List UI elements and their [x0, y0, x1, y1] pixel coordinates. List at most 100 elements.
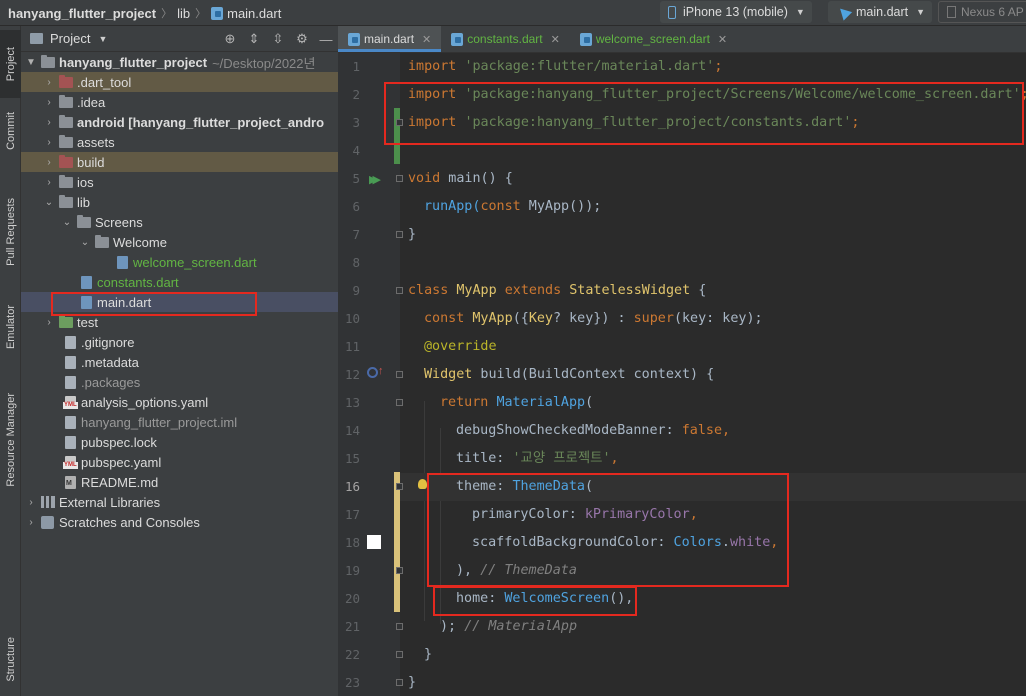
- tree-item-constants[interactable]: constants.dart: [21, 272, 338, 292]
- tree-item-build[interactable]: › build: [21, 152, 338, 172]
- tree-item-iml[interactable]: hanyang_flutter_project.iml: [21, 412, 338, 432]
- override-icon[interactable]: [367, 367, 378, 378]
- tree-item-analysis-options[interactable]: analysis_options.yaml: [21, 392, 338, 412]
- chevron-down-icon[interactable]: ⌄: [79, 237, 91, 248]
- code-line-16[interactable]: 16 theme: ThemeData(: [338, 473, 1026, 501]
- chevron-right-icon[interactable]: ›: [43, 117, 55, 128]
- code-line-6[interactable]: 6 runApp(const MyApp());: [338, 193, 1026, 221]
- tree-item-packages[interactable]: .packages: [21, 372, 338, 392]
- breadcrumb-folder[interactable]: lib: [177, 6, 190, 21]
- code-line-21[interactable]: 21 ); // MaterialApp: [338, 613, 1026, 641]
- minimize-icon[interactable]: —: [314, 32, 338, 47]
- tab-pull-requests[interactable]: Pull Requests: [0, 178, 21, 286]
- code-line-19[interactable]: 19 ), // ThemeData: [338, 557, 1026, 585]
- lightbulb-icon[interactable]: [418, 479, 427, 489]
- chevron-down-icon[interactable]: ⌄: [43, 197, 55, 208]
- tab-project[interactable]: Project: [0, 30, 21, 98]
- chevron-right-icon[interactable]: ›: [43, 97, 55, 108]
- code-line-15[interactable]: 15 title: '교양 프로젝트',: [338, 445, 1026, 473]
- fold-icon[interactable]: [396, 651, 403, 658]
- code-line-22[interactable]: 22 }: [338, 641, 1026, 669]
- run-icon[interactable]: ▶▶: [369, 173, 381, 186]
- code-line-10[interactable]: 10 const MyApp({Key? key}) : super(key: …: [338, 305, 1026, 333]
- fold-icon[interactable]: [396, 679, 403, 686]
- tree-item-readme[interactable]: README.md: [21, 472, 338, 492]
- tab-structure[interactable]: Structure: [0, 626, 21, 692]
- fold-icon[interactable]: [396, 119, 403, 126]
- tab-resource-manager[interactable]: Resource Manager: [0, 378, 21, 502]
- code-line-4[interactable]: 4: [338, 137, 1026, 165]
- chevron-right-icon[interactable]: ›: [43, 177, 55, 188]
- code-line-13[interactable]: 13 return MaterialApp(: [338, 389, 1026, 417]
- tree-item-welcome[interactable]: ⌄ Welcome: [21, 232, 338, 252]
- tree-item-external-libraries[interactable]: › External Libraries: [21, 492, 338, 512]
- chevron-right-icon[interactable]: ›: [43, 317, 55, 328]
- breadcrumb-project[interactable]: hanyang_flutter_project: [8, 6, 156, 21]
- fold-icon[interactable]: [396, 399, 403, 406]
- tree-item-gitignore[interactable]: .gitignore: [21, 332, 338, 352]
- tree-item-lib[interactable]: ⌄ lib: [21, 192, 338, 212]
- code-line-17[interactable]: 17 primaryColor: kPrimaryColor,: [338, 501, 1026, 529]
- tree-item-test[interactable]: › test: [21, 312, 338, 332]
- tree-item-pubspec-lock[interactable]: pubspec.lock: [21, 432, 338, 452]
- tree-item-assets[interactable]: › assets: [21, 132, 338, 152]
- chevron-right-icon[interactable]: ›: [43, 157, 55, 168]
- breadcrumb-file[interactable]: main.dart: [227, 6, 281, 21]
- fold-icon[interactable]: [396, 371, 403, 378]
- fold-icon[interactable]: [396, 231, 403, 238]
- fold-icon[interactable]: [396, 623, 403, 630]
- tab-emulator[interactable]: Emulator: [0, 292, 21, 362]
- run-config-selector[interactable]: main.dart ▼: [828, 1, 932, 23]
- tab-constants-dart[interactable]: constants.dart ✕: [441, 26, 570, 52]
- chevron-right-icon[interactable]: ›: [43, 137, 55, 148]
- code-line-1[interactable]: 1 import 'package:flutter/material.dart'…: [338, 53, 1026, 81]
- gear-icon[interactable]: ⚙: [290, 31, 314, 47]
- tree-item-pubspec-yaml[interactable]: pubspec.yaml: [21, 452, 338, 472]
- fold-icon[interactable]: [396, 567, 403, 574]
- tree-item-idea[interactable]: › .idea: [21, 92, 338, 112]
- project-panel-title[interactable]: Project: [50, 31, 90, 46]
- code-line-9[interactable]: 9 class MyApp extends StatelessWidget {: [338, 277, 1026, 305]
- tree-item-scratches[interactable]: › Scratches and Consoles: [21, 512, 338, 532]
- code-line-20[interactable]: 20 home: WelcomeScreen(),: [338, 585, 1026, 613]
- code-line-5[interactable]: 5 ▶▶ void main() {: [338, 165, 1026, 193]
- code-line-2[interactable]: 2 import 'package:hanyang_flutter_projec…: [338, 81, 1026, 109]
- chevron-right-icon[interactable]: ›: [25, 497, 37, 508]
- fold-icon[interactable]: [396, 287, 403, 294]
- tree-item-android[interactable]: › android [hanyang_flutter_project_andro: [21, 112, 338, 132]
- expand-all-icon[interactable]: ⇕: [242, 31, 266, 47]
- code-line-14[interactable]: 14 debugShowCheckedModeBanner: false,: [338, 417, 1026, 445]
- chevron-right-icon[interactable]: ›: [25, 517, 37, 528]
- code-line-7[interactable]: 7 }: [338, 221, 1026, 249]
- code-line-18[interactable]: 18 scaffoldBackgroundColor: Colors.white…: [338, 529, 1026, 557]
- tree-item-screens[interactable]: ⌄ Screens: [21, 212, 338, 232]
- tree-item-welcome-screen[interactable]: welcome_screen.dart: [21, 252, 338, 272]
- code-line-23[interactable]: 23 }: [338, 669, 1026, 696]
- tree-item-dart-tool[interactable]: › .dart_tool: [21, 72, 338, 92]
- tab-commit[interactable]: Commit: [0, 102, 21, 160]
- tree-item-ios[interactable]: › ios: [21, 172, 338, 192]
- chevron-down-icon[interactable]: ⌄: [61, 217, 73, 228]
- tree-item-metadata[interactable]: .metadata: [21, 352, 338, 372]
- emulator-selector[interactable]: Nexus 6 AP: [938, 1, 1026, 23]
- tree-item-main[interactable]: main.dart: [21, 292, 338, 312]
- tab-main-dart[interactable]: main.dart ✕: [338, 26, 442, 52]
- locate-icon[interactable]: ⊕: [218, 31, 242, 47]
- fold-icon[interactable]: [396, 175, 403, 182]
- close-icon[interactable]: ✕: [551, 33, 560, 46]
- code-line-3[interactable]: 3 import 'package:hanyang_flutter_projec…: [338, 109, 1026, 137]
- tab-welcome-screen-dart[interactable]: welcome_screen.dart ✕: [570, 26, 737, 52]
- chevron-right-icon[interactable]: ›: [43, 77, 55, 88]
- dropdown-arrow-icon[interactable]: ▼: [98, 34, 107, 44]
- close-icon[interactable]: ✕: [718, 33, 727, 46]
- color-swatch-icon[interactable]: [367, 535, 381, 549]
- code-line-11[interactable]: 11 @override: [338, 333, 1026, 361]
- code-line-12[interactable]: 12 ↑ Widget build(BuildContext context) …: [338, 361, 1026, 389]
- tree-item-root[interactable]: ▼ hanyang_flutter_project ~/Desktop/2022…: [21, 52, 338, 72]
- code-line-8[interactable]: 8: [338, 249, 1026, 277]
- close-icon[interactable]: ✕: [422, 33, 431, 46]
- device-selector[interactable]: iPhone 13 (mobile) ▼: [660, 1, 812, 23]
- fold-icon[interactable]: [396, 483, 403, 490]
- chevron-down-icon[interactable]: ▼: [25, 57, 37, 68]
- collapse-all-icon[interactable]: ⇳: [266, 31, 290, 47]
